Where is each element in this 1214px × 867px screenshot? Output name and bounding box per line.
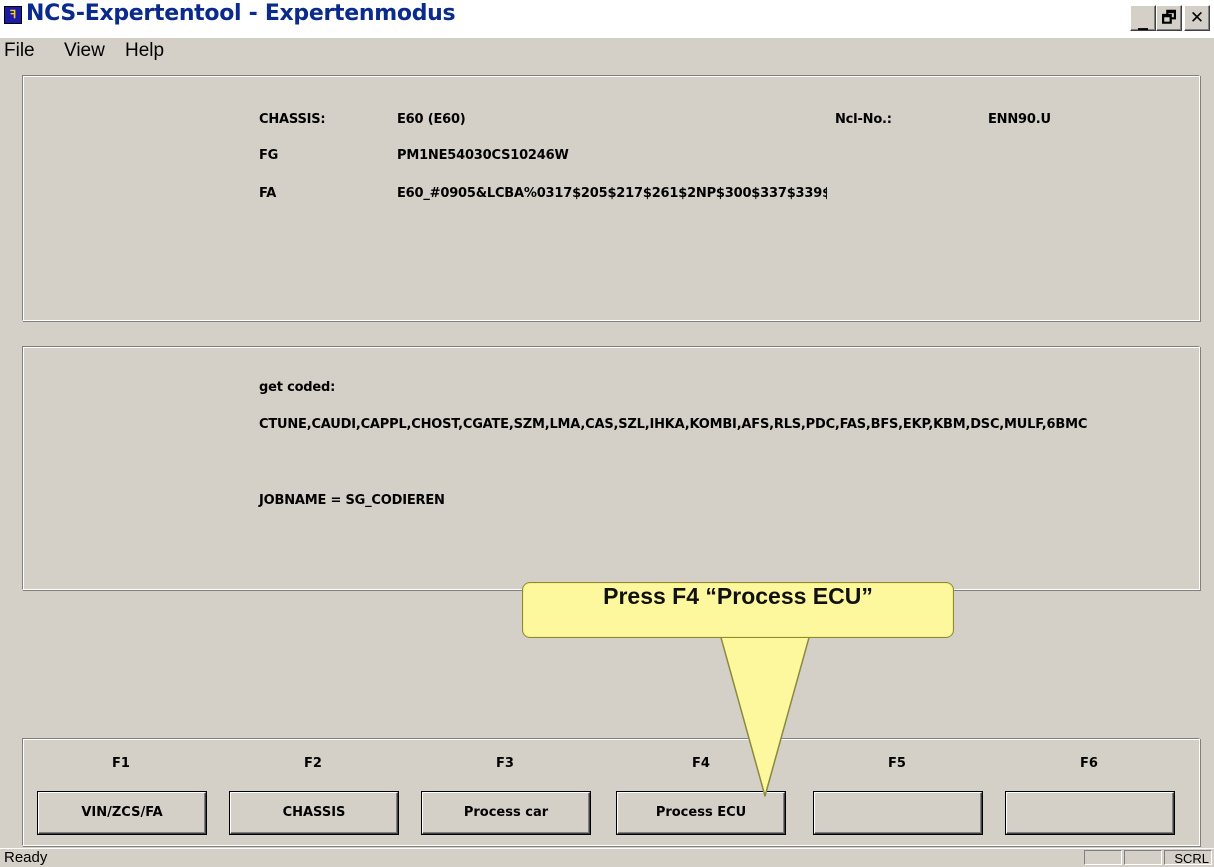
fkey-label-f5: F5 (888, 756, 906, 771)
restore-button[interactable]: 🗗 (1156, 5, 1182, 31)
menu-help[interactable]: Help (125, 40, 164, 62)
title-bar[interactable]: ꟻ NCS-Expertentool - Expertenmodus _ 🗗 ✕ (0, 0, 1214, 38)
status-bar: Ready SCRL (0, 848, 1214, 867)
menu-file[interactable]: File (4, 40, 35, 62)
fkey-label-f4: F4 (692, 756, 710, 771)
get-coded-heading: get coded: (259, 380, 336, 395)
fkey-label-f6: F6 (1080, 756, 1098, 771)
coded-modules-list: CTUNE,CAUDI,CAPPL,CHOST,CGATE,SZM,LMA,CA… (259, 417, 1088, 432)
process-ecu-button[interactable]: Process ECU (617, 792, 785, 834)
minimize-button[interactable]: _ (1130, 5, 1156, 31)
vehicle-info-panel: CHASSIS: E60 (E60) Ncl-No.: ENN90.U FG P… (22, 75, 1200, 321)
scrl-indicator: SCRL (1164, 850, 1212, 866)
restore-icon: 🗗 (1161, 8, 1177, 27)
menu-bar: File View Help (0, 38, 1214, 64)
minimize-icon: _ (1138, 6, 1148, 30)
ncl-value: ENN90.U (988, 112, 1051, 127)
callout-text: Press F4 “Process ECU” (603, 583, 873, 609)
vin-zcs-fa-button[interactable]: VIN/ZCS/FA (38, 792, 206, 834)
coding-info-panel: get coded: CTUNE,CAUDI,CAPPL,CHOST,CGATE… (22, 346, 1200, 590)
fa-label: FA (259, 186, 277, 201)
app-icon: ꟻ (4, 6, 22, 24)
fg-label: FG (259, 148, 279, 163)
f6-button[interactable] (1006, 792, 1174, 834)
fg-value: PM1NE54030CS10246W (397, 148, 569, 163)
ncl-label: Ncl-No.: (835, 112, 892, 127)
fkey-label-f1: F1 (112, 756, 130, 771)
fkey-label-f2: F2 (304, 756, 322, 771)
status-cell-1 (1084, 850, 1122, 865)
fa-value: E60_#0905&LCBA%0317$205$217$261$2NP$300$… (397, 186, 827, 201)
status-cell-2 (1124, 850, 1162, 865)
chassis-label: CHASSIS: (259, 112, 326, 127)
status-text: Ready (4, 849, 48, 866)
process-car-button[interactable]: Process car (422, 792, 590, 834)
jobname-text: JOBNAME = SG_CODIEREN (259, 493, 445, 508)
f5-button[interactable] (814, 792, 982, 834)
window-title: NCS-Expertentool - Expertenmodus (26, 1, 456, 26)
instruction-callout: Press F4 “Process ECU” (522, 582, 954, 638)
app-window: ꟻ NCS-Expertentool - Expertenmodus _ 🗗 ✕… (0, 0, 1214, 866)
close-button[interactable]: ✕ (1184, 5, 1210, 31)
chassis-button[interactable]: CHASSIS (230, 792, 398, 834)
fkey-label-f3: F3 (496, 756, 514, 771)
close-icon: ✕ (1189, 8, 1205, 28)
chassis-value: E60 (E60) (397, 112, 466, 127)
menu-view[interactable]: View (64, 40, 105, 62)
